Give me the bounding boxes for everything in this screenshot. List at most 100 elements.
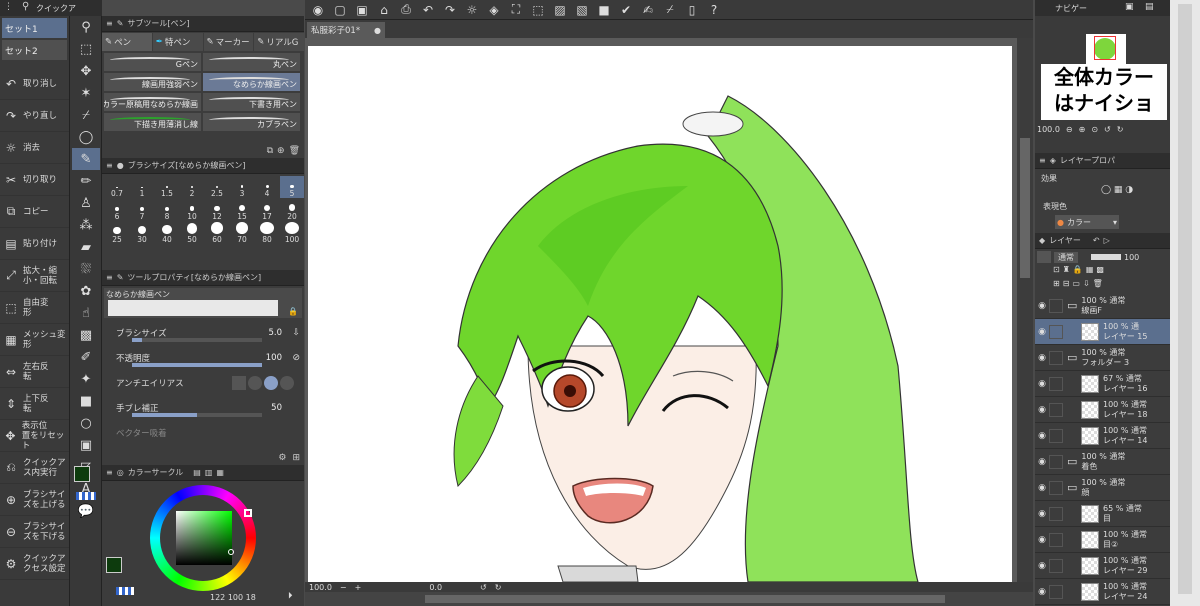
layer-row[interactable]: ◉ 65 % 通常目 [1035,501,1170,527]
eraser-tool-icon[interactable]: ▰ [72,236,100,258]
layer-type-icon[interactable] [1037,251,1051,263]
subtool-brush[interactable]: 線画用強弱ペン [104,73,201,91]
redo-icon[interactable]: ↷ [441,1,459,19]
gradient-tool-icon[interactable]: ▩ [72,324,100,346]
blend-mode-select[interactable]: 通常 [1054,251,1078,263]
brush-size-option[interactable]: 1.5 [155,176,179,198]
layer-row[interactable]: ◉ 67 % 通常 レイヤー 16 [1035,371,1170,397]
brush-size-option[interactable]: 1 [130,176,154,198]
brush-size-option[interactable]: 15 [230,199,254,221]
window-scroll-track[interactable] [1178,4,1192,594]
layer-lock-toggle[interactable] [1049,376,1063,391]
effect-buttons[interactable]: ◯ ▦ ◑ [1101,185,1133,195]
brush-size-option[interactable]: 20 [280,199,304,221]
angle-readout[interactable]: 0.0 [429,583,442,592]
layer-lock-toggle[interactable] [1049,350,1063,365]
visibility-eye-icon[interactable]: ◉ [1035,353,1049,363]
visibility-eye-icon[interactable]: ◉ [1035,405,1049,415]
check-icon[interactable]: ✔ [617,1,635,19]
layer-lock-toggle[interactable] [1049,558,1063,573]
quick-item-2[interactable]: ☼ 消去 [0,132,69,164]
quick-item-13[interactable]: ⊕ ブラシサイ ズを上げる [0,484,69,516]
rotate-right-icon[interactable]: ↻ [495,583,502,592]
subtool-brush[interactable]: カブラペン [203,113,300,131]
sub-view-icon[interactable]: ▣ [1125,2,1134,12]
quick-item-6[interactable]: ⤢ 拡大・縮 小・回転 [0,260,69,292]
brush-size-option[interactable]: 80 [255,222,279,244]
layer-row[interactable]: ◉ ▭ 100 % 通常顔 [1035,475,1170,501]
brush-size-option[interactable]: 10 [180,199,204,221]
copy-subtool-icon[interactable]: ⧉ [267,146,273,156]
visibility-eye-icon[interactable]: ◉ [1035,587,1049,597]
auto-select-tool-icon[interactable]: ✶ [72,82,100,104]
brush-size-slider[interactable] [132,338,262,342]
brush-size-option[interactable]: 25 [105,222,129,244]
blend-tool-icon[interactable]: ☝ [72,302,100,324]
layer-row[interactable]: ◉ 100 % 通常 レイヤー 24 [1035,579,1170,605]
quick-item-7[interactable]: ⬚ 自由変 形 [0,292,69,324]
quick-item-4[interactable]: ⧉ コピー [0,196,69,228]
navigator-zoom[interactable]: 100.0 [1037,125,1060,134]
brush-size-option[interactable]: 40 [155,222,179,244]
transform-icon[interactable]: ⬚ [529,1,547,19]
transparent-swatch[interactable] [76,492,96,500]
lock-icon[interactable]: 🔒 [288,307,298,316]
layer-lock-toggle[interactable] [1049,402,1063,417]
balloon-tool-icon[interactable]: 💬 [72,500,100,522]
tab-real-g[interactable]: ✎ リアルG [254,33,304,51]
brush-size-option[interactable]: 60 [205,222,229,244]
merge-down-icon[interactable]: ⇩ [1083,279,1090,293]
subtool-brush[interactable]: 下書き用ペン [203,93,300,111]
move-tool-icon[interactable]: ✥ [72,60,100,82]
tool-reset-icon[interactable]: ⚙ [278,453,286,463]
brush-size-option[interactable]: 4 [255,176,279,198]
layer-row[interactable]: ◉ 100 % 通常 目② [1035,527,1170,553]
antialias-weak-icon[interactable] [248,375,262,390]
crop-icon[interactable]: ⛶ [507,1,525,19]
airbrush-tool-icon[interactable]: ⁂ [72,214,100,236]
brush-size-option[interactable]: 2.5 [205,176,229,198]
quick-item-8[interactable]: ▦ メッシュ変 形 [0,324,69,356]
subtool-brush[interactable]: 丸ペン [203,53,300,71]
close-tab-icon[interactable]: ● [374,26,381,35]
layer-lock-toggle[interactable] [1049,480,1063,495]
zoom-tool-icon[interactable]: ⚲ [72,16,100,38]
antialias-mid-icon[interactable] [264,375,278,390]
color-set-icon[interactable]: ▤ [193,468,201,477]
delete-layer-icon[interactable]: 🗑 [1093,279,1103,293]
quick-item-11[interactable]: ✥ 表示位 置をリセット [0,420,69,452]
quick-item-12[interactable]: ⎌ クイックア ス内実行 [0,452,69,484]
visibility-eye-icon[interactable]: ◉ [1035,483,1049,493]
visibility-eye-icon[interactable]: ◉ [1035,509,1049,519]
loading-icon[interactable]: ☼ [463,1,481,19]
tab-marker[interactable]: ✎ マーカー [203,33,254,51]
tab-pen[interactable]: ✎ ペン [102,33,152,51]
vector-snap-row[interactable]: ベクター吸着 [102,420,304,445]
expression-color-select[interactable]: ● カラー ▾ [1055,215,1119,229]
ellipse-tool-icon[interactable]: ○ [72,412,100,434]
antialias-strong-icon[interactable] [280,375,294,390]
quick-item-1[interactable]: ↷ やり直し [0,100,69,132]
opacity-slider[interactable] [1091,254,1121,260]
pencil-tool-icon[interactable]: ✏ [72,170,100,192]
layer-lock-toggle[interactable] [1049,584,1063,599]
undo-icon[interactable]: ↶ [419,1,437,19]
new-folder-icon[interactable]: ▭ [1072,279,1080,293]
auto-action-icon[interactable]: ▷ [1104,236,1110,245]
visibility-eye-icon[interactable]: ◉ [1035,431,1049,441]
layer-lock-toggle[interactable] [1049,324,1063,339]
layer-lock-toggle[interactable] [1049,454,1063,469]
zoom-out-icon[interactable]: ⊖ [1066,125,1073,134]
help-icon[interactable]: ? [705,1,723,19]
saturation-value-square[interactable] [176,511,232,565]
grip-icon[interactable]: ⋮ [4,2,13,12]
subtool-brush[interactable]: 下描き用薄消し線 [104,113,201,131]
search-icon[interactable]: ⚲ [22,1,29,12]
window-scrollbar[interactable] [1170,0,1200,606]
quick-item-0[interactable]: ↶ 取り消し [0,68,69,100]
layer-opacity-value[interactable]: 100 [1124,253,1139,262]
panel-menu-icon[interactable]: ≡ [106,161,113,170]
correct-line-tool-icon[interactable]: ✐ [72,346,100,368]
operation-tool-icon[interactable]: ⬚ [72,38,100,60]
layer-row[interactable]: ◉ 100 % 通常 レイヤー 18 [1035,397,1170,423]
